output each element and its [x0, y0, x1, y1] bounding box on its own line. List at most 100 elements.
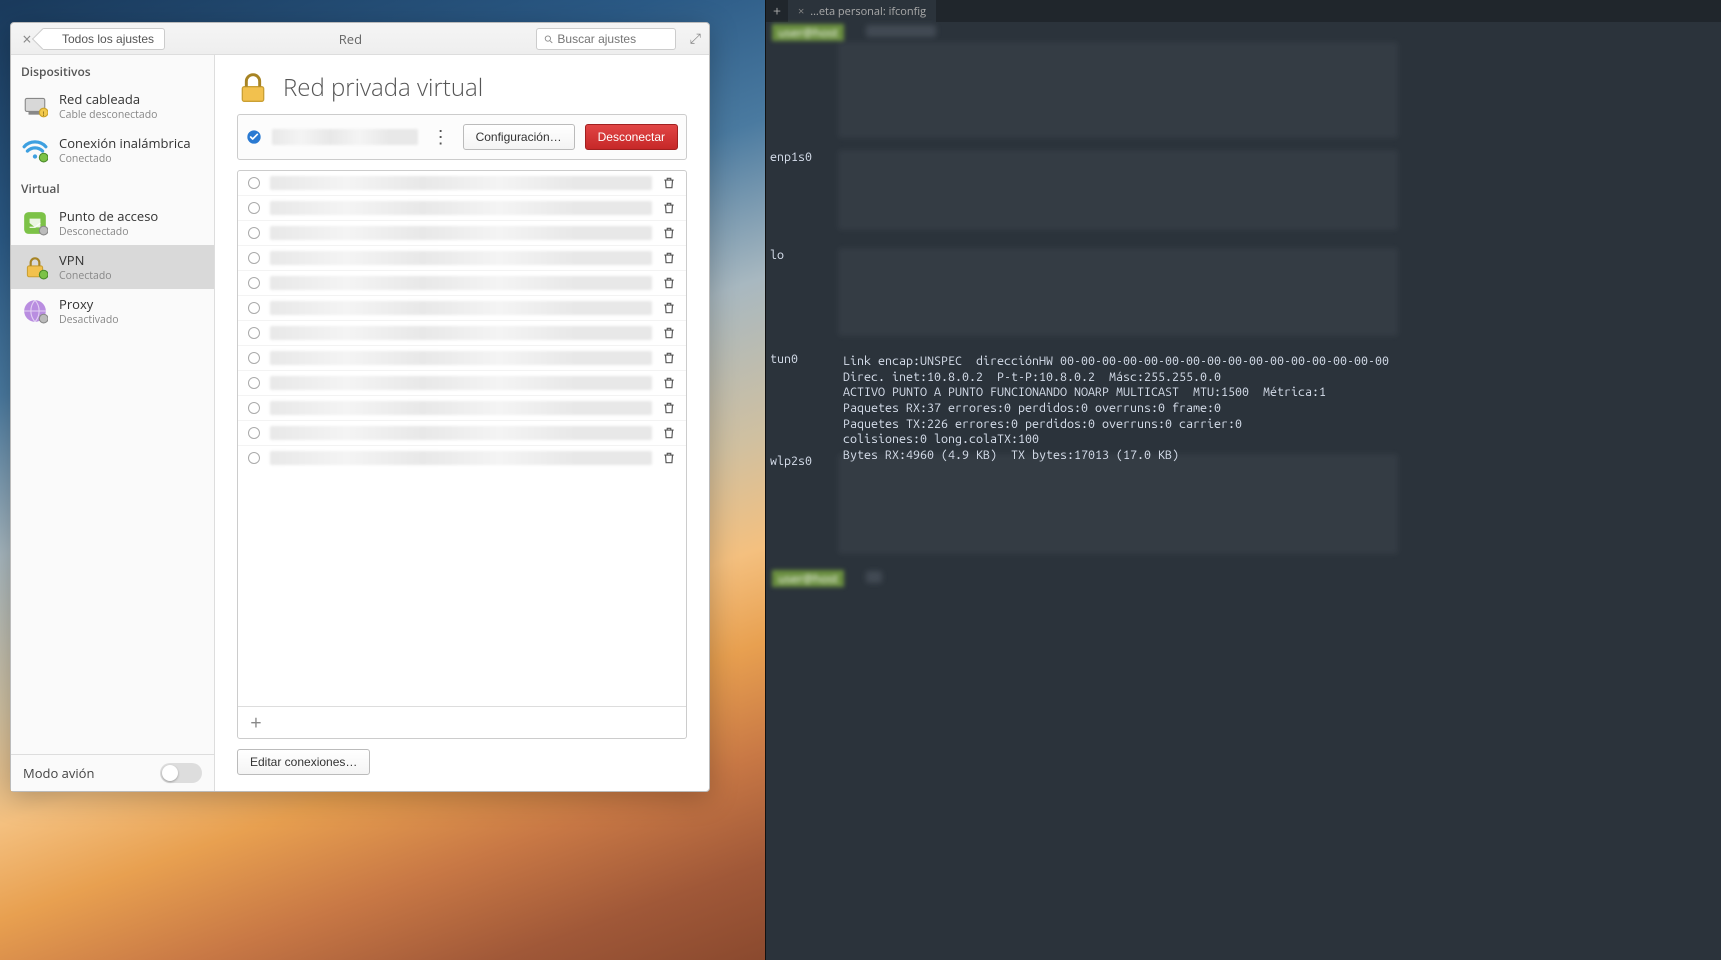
vpn-list-row[interactable] [238, 371, 686, 396]
add-vpn-button[interactable]: + [244, 709, 268, 736]
sidebar-item-sub: Desactivado [59, 313, 119, 327]
vpn-name-redacted [270, 226, 652, 240]
sidebar-item-hotspot[interactable]: Punto de acceso Desconectado [11, 201, 214, 245]
trash-icon[interactable] [662, 226, 676, 240]
radio-icon[interactable] [248, 327, 260, 339]
vpn-list-row[interactable] [238, 171, 686, 196]
trash-icon[interactable] [662, 201, 676, 215]
radio-icon[interactable] [248, 402, 260, 414]
iface-lo: lo [770, 248, 784, 262]
edit-connections-label: Editar conexiones… [250, 755, 357, 769]
sidebar-item-sub: Cable desconectado [59, 108, 158, 122]
trash-icon[interactable] [662, 426, 676, 440]
active-vpn-row: ⋮ Configuración… Desconectar [237, 114, 687, 160]
terminal-tab[interactable]: × …eta personal: ifconfig [788, 0, 936, 22]
vpn-list-row[interactable] [238, 271, 686, 296]
sidebar-item-proxy[interactable]: Proxy Desactivado [11, 289, 214, 333]
airplane-mode-row: Modo avión [11, 754, 214, 791]
vpn-list-row[interactable] [238, 296, 686, 321]
disconnect-button[interactable]: Desconectar [585, 124, 678, 150]
vpn-name-redacted [270, 451, 652, 465]
sidebar-item-vpn[interactable]: VPN Conectado [11, 245, 214, 289]
vpn-name-redacted [270, 301, 652, 315]
radio-icon[interactable] [248, 277, 260, 289]
globe-icon [21, 297, 49, 325]
window-title: Red [171, 30, 530, 48]
radio-icon[interactable] [248, 177, 260, 189]
check-icon [246, 129, 262, 145]
terminal-redacted [838, 150, 1398, 230]
terminal-window: + × …eta personal: ifconfig user@host en… [765, 0, 1721, 960]
vpn-name-redacted [270, 351, 652, 365]
vpn-name-redacted [270, 376, 652, 390]
radio-icon[interactable] [248, 227, 260, 239]
trash-icon[interactable] [662, 176, 676, 190]
terminal-redacted [838, 454, 1398, 554]
vpn-name-redacted [270, 201, 652, 215]
trash-icon[interactable] [662, 251, 676, 265]
radio-icon[interactable] [248, 452, 260, 464]
search-input[interactable] [557, 32, 668, 46]
sidebar-item-wifi[interactable]: Conexión inalámbrica Conectado [11, 128, 214, 172]
vpn-list-row[interactable] [238, 396, 686, 421]
radio-icon[interactable] [248, 427, 260, 439]
iface-enp1s0: enp1s0 [770, 150, 812, 164]
airplane-mode-toggle[interactable] [160, 763, 202, 783]
vpn-list-row[interactable] [238, 196, 686, 221]
sidebar-item-sub: Conectado [59, 269, 112, 283]
kebab-menu-icon[interactable]: ⋮ [428, 121, 453, 153]
terminal-new-tab-button[interactable]: + [766, 2, 788, 21]
configure-button[interactable]: Configuración… [463, 124, 575, 150]
sidebar-section-virtual: Virtual [11, 172, 214, 201]
trash-icon[interactable] [662, 351, 676, 365]
radio-icon[interactable] [248, 302, 260, 314]
radio-icon[interactable] [248, 252, 260, 264]
disconnect-button-label: Desconectar [598, 130, 665, 144]
terminal-tab-bar: + × …eta personal: ifconfig [766, 0, 1721, 22]
vpn-list-row[interactable] [238, 421, 686, 446]
radio-icon[interactable] [248, 377, 260, 389]
trash-icon[interactable] [662, 326, 676, 340]
terminal-prompt-redacted: user@host [772, 570, 844, 587]
vpn-list-row[interactable] [238, 321, 686, 346]
sidebar-item-label: VPN [59, 251, 112, 269]
sidebar-item-label: Proxy [59, 295, 119, 313]
terminal-tab-title: …eta personal: ifconfig [810, 4, 926, 19]
sidebar-section-devices: Dispositivos [11, 55, 214, 84]
close-tab-icon[interactable]: × [798, 4, 804, 19]
vpn-list: + [237, 170, 687, 739]
vpn-list-row[interactable] [238, 446, 686, 470]
terminal-redacted [838, 42, 1398, 138]
lock-large-icon [237, 72, 269, 104]
trash-icon[interactable] [662, 401, 676, 415]
trash-icon[interactable] [662, 451, 676, 465]
trash-icon[interactable] [662, 376, 676, 390]
vpn-name-redacted [270, 401, 652, 415]
vpn-list-row[interactable] [238, 221, 686, 246]
sidebar-item-label: Punto de acceso [59, 207, 158, 225]
trash-icon[interactable] [662, 301, 676, 315]
lock-icon [21, 253, 49, 281]
trash-icon[interactable] [662, 276, 676, 290]
edit-connections-button[interactable]: Editar conexiones… [237, 749, 370, 775]
airplane-mode-label: Modo avión [23, 764, 94, 782]
radio-icon[interactable] [248, 202, 260, 214]
breadcrumb-all-settings[interactable]: Todos los ajustes [41, 28, 165, 50]
vpn-name-redacted [270, 426, 652, 440]
vpn-name-redacted [270, 326, 652, 340]
vpn-list-row[interactable] [238, 246, 686, 271]
vpn-list-row[interactable] [238, 346, 686, 371]
titlebar: × Todos los ajustes Red ⤢ [11, 23, 709, 55]
sidebar: Dispositivos ! Red cableada Cable descon… [11, 55, 215, 791]
sidebar-item-label: Red cableada [59, 90, 158, 108]
terminal-redacted [866, 571, 882, 583]
search-box[interactable] [536, 28, 676, 50]
configure-button-label: Configuración… [476, 130, 562, 144]
iface-tun0: tun0 [770, 352, 798, 366]
maximize-icon[interactable]: ⤢ [690, 29, 701, 48]
sidebar-item-sub: Desconectado [59, 225, 158, 239]
radio-icon[interactable] [248, 352, 260, 364]
terminal-redacted [866, 25, 936, 37]
ethernet-icon: ! [21, 92, 49, 120]
sidebar-item-wired[interactable]: ! Red cableada Cable desconectado [11, 84, 214, 128]
